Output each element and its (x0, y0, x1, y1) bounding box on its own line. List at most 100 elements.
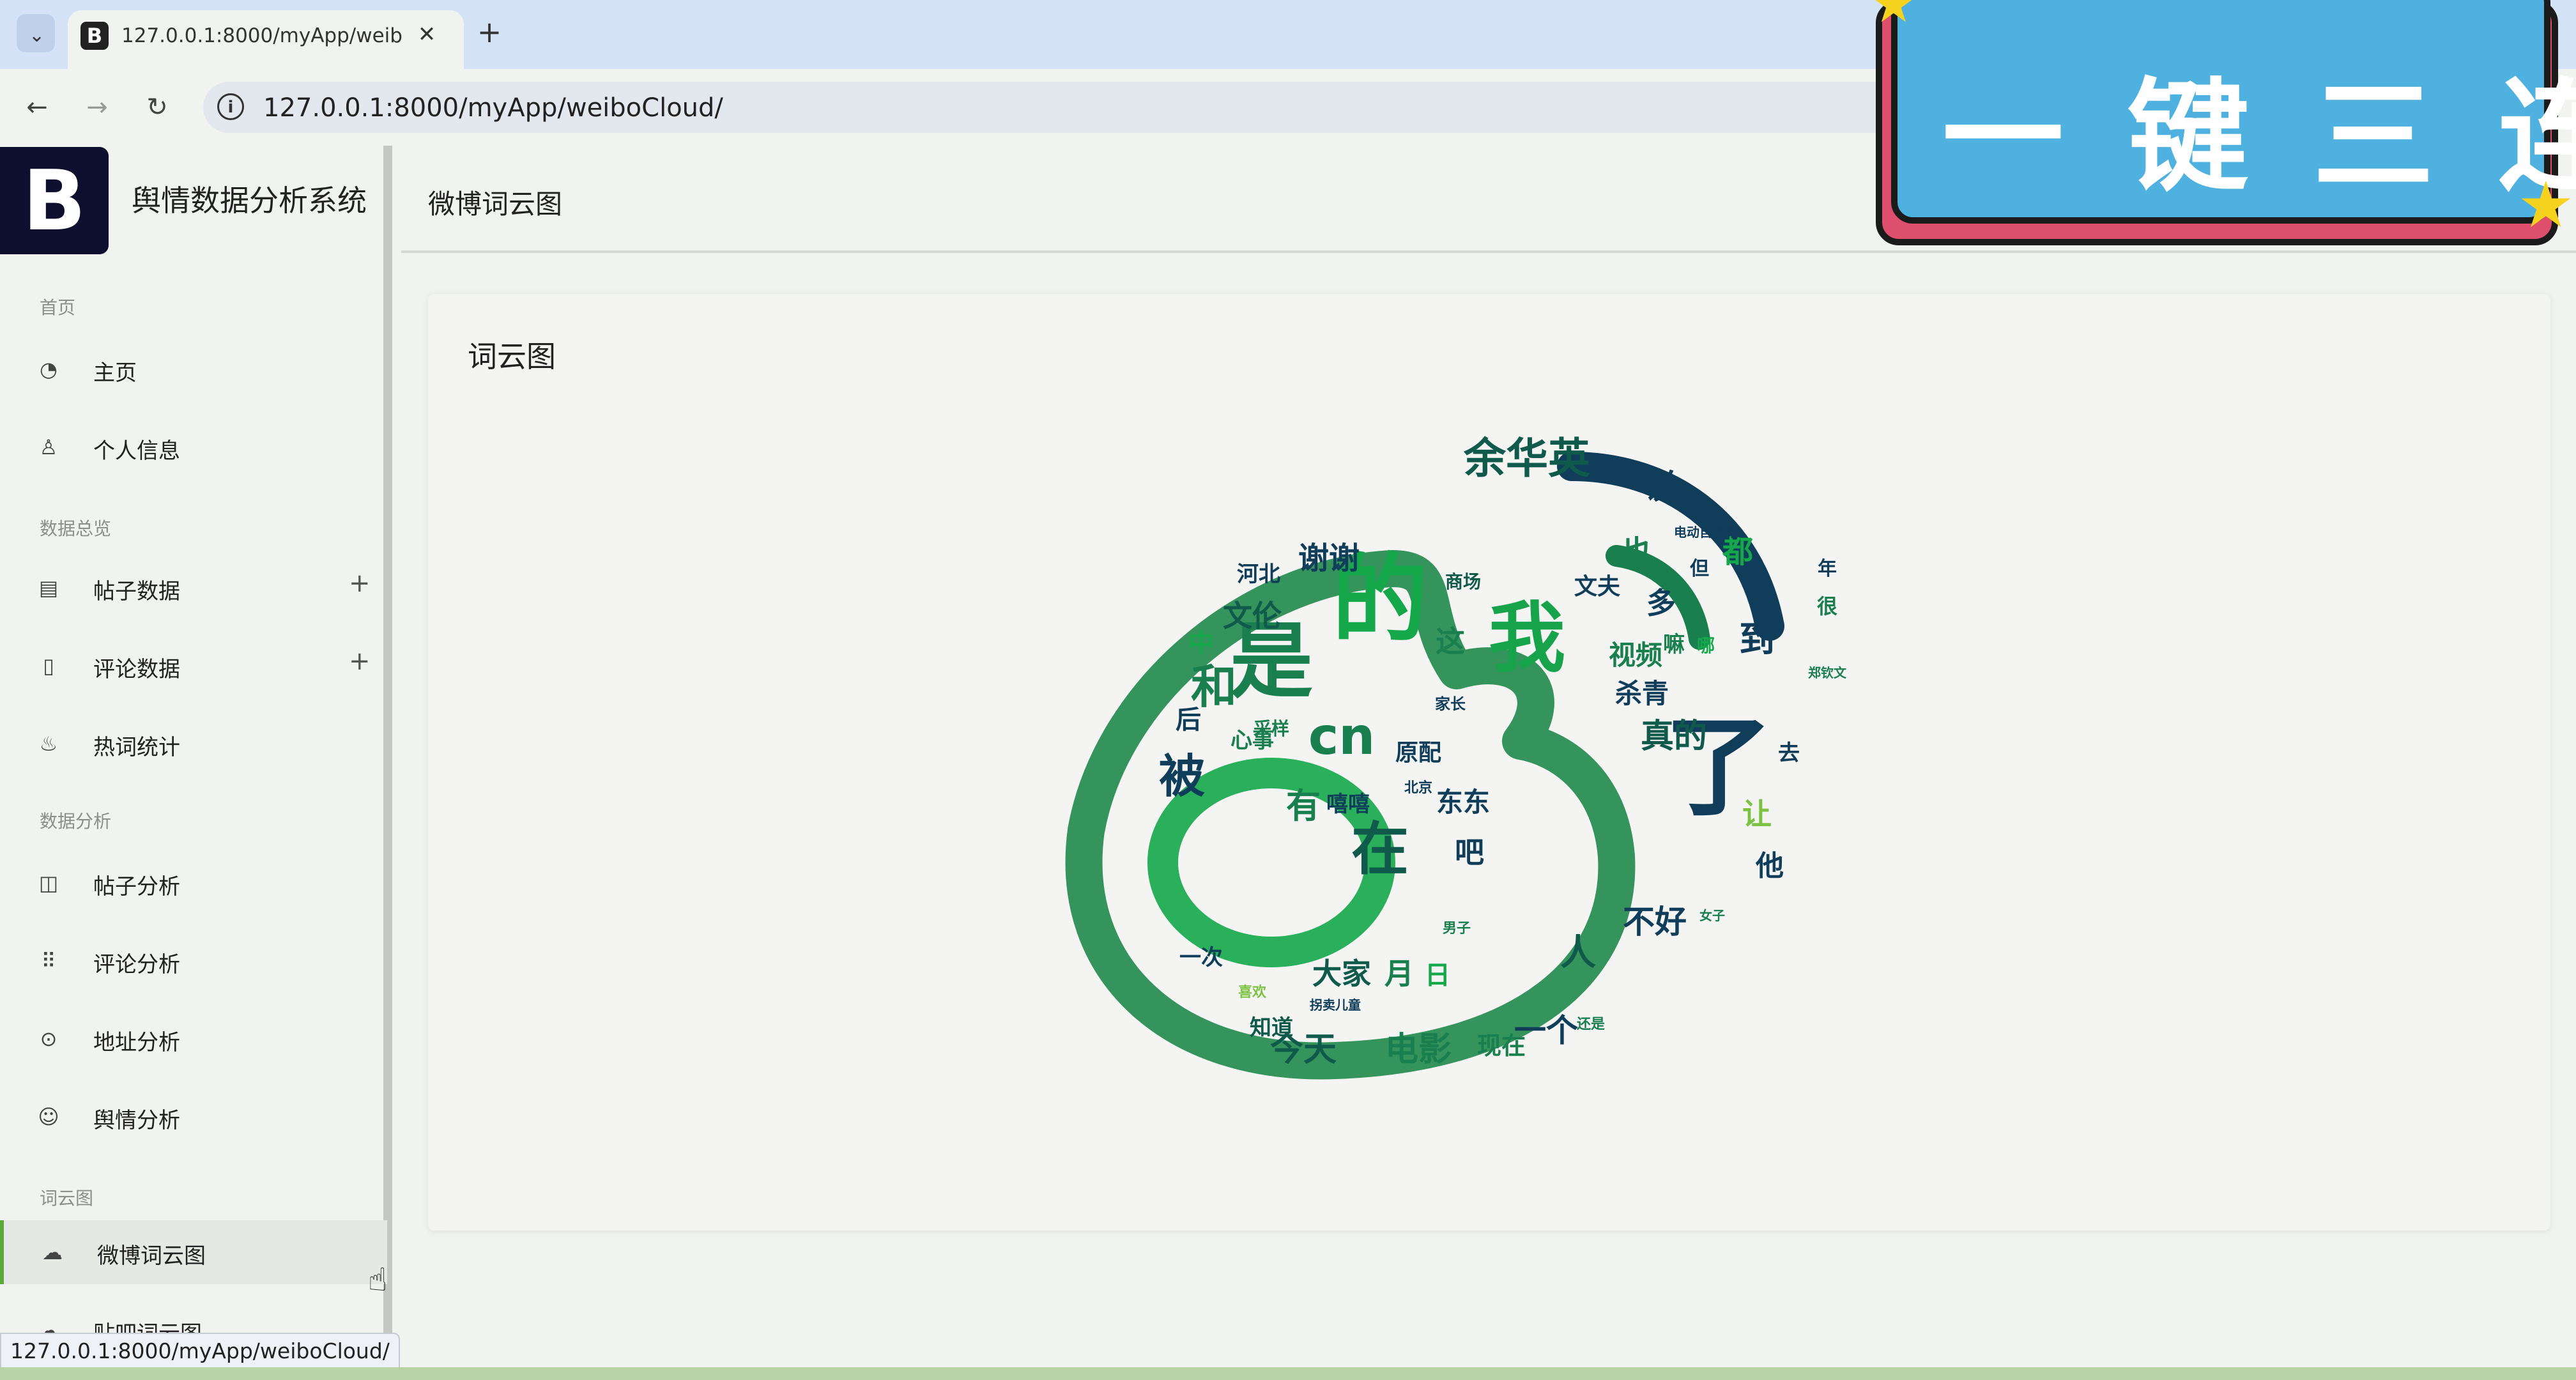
status-bar-url: 127.0.0.1:8000/myApp/weiboCloud/ (0, 1333, 400, 1370)
wordcloud-word: 到 (1739, 619, 1775, 661)
wordcloud-word: 现在 (1477, 1032, 1526, 1060)
wordcloud-word: 不好 (1623, 903, 1687, 940)
sidebar: B 舆情数据分析系统 首页 ◔ 主页 ♙ 个人信息 数据总览 ▤ 帖子数据 + … (0, 146, 392, 1380)
wordcloud-word: 原配 (1395, 740, 1441, 766)
map-pin-icon: ⊙ (40, 1027, 57, 1051)
forward-icon[interactable]: → (78, 88, 116, 126)
wordcloud-word: 男子 (1443, 921, 1471, 937)
wordcloud-word: 日 (1425, 961, 1450, 990)
wordcloud-word: 一次 (1179, 945, 1223, 970)
sidebar-item-home[interactable]: ◔ 主页 (0, 337, 383, 401)
wordcloud-word: 多 (1646, 586, 1676, 620)
wordcloud-card: 词云图 的是我了 cn 在余华英 谢谢 文伦和被今天 电影 大家月日一个人不好 真的 杀青 视频到… (428, 294, 2550, 1230)
wordcloud-word: 河北 (1237, 562, 1280, 587)
favicon-icon: B (80, 22, 109, 50)
expand-icon[interactable]: + (349, 647, 371, 676)
wordcloud-word: cn (1308, 707, 1375, 766)
wordcloud-word: 电影 (1385, 1031, 1452, 1069)
wordcloud-word: 也 (1620, 534, 1651, 570)
nav-section-overview: 数据总览 (40, 518, 112, 539)
sidebar-item-label: 帖子数据 (93, 579, 180, 604)
wordcloud-word: 嘻嘻 (1326, 792, 1370, 817)
tab-search-button[interactable]: ⌄ (17, 14, 55, 52)
taskbar-strip (0, 1367, 2576, 1380)
cloud-icon: ☁ (42, 1240, 63, 1264)
wordcloud-word: 被 (1159, 749, 1205, 803)
wordcloud-word: 东东 (1436, 786, 1490, 818)
sidebar-item-comment-data[interactable]: ▯ 评论数据 + (0, 634, 383, 698)
nav-section-wordcloud: 词云图 (40, 1188, 94, 1209)
wordcloud-word: 商场 (1445, 571, 1481, 592)
wordcloud-word: 家长 (1435, 695, 1466, 713)
sidebar-item-label: 热词统计 (93, 735, 180, 760)
wordcloud-word: 吧 (1455, 835, 1484, 870)
wordcloud-word: 余华英 (1463, 434, 1591, 483)
wordcloud-word: 知道 (1250, 1015, 1293, 1041)
sidebar-item-address-analysis[interactable]: ⊙ 地址分析 (0, 1007, 383, 1071)
wordcloud-word: 北京 (1404, 779, 1432, 796)
wordcloud-image: 的是 我了cn在余华英谢谢文伦和被今天 电影大家月日一个人不好真的杀青视频 到都说也多… (1065, 434, 1847, 1080)
wordcloud-word: 哪 (1697, 635, 1715, 656)
page-title: 微博词云图 (428, 188, 563, 220)
card-title: 词云图 (468, 339, 556, 374)
flame-icon: ♨ (39, 732, 58, 756)
wordcloud-word: 还是 (1576, 1016, 1605, 1032)
wordcloud-word: 电动自行车 (1674, 525, 1738, 540)
nav-section-home: 首页 (40, 297, 76, 318)
chevron-down-icon: ⌄ (29, 24, 45, 47)
wordcloud-word: 月 (1384, 956, 1414, 991)
people-icon: ☺ (38, 1105, 59, 1129)
sidebar-item-comment-analysis[interactable]: ⠿ 评论分析 (0, 929, 383, 993)
sidebar-item-sentiment-analysis[interactable]: ☺ 舆情分析 (0, 1085, 383, 1149)
wordcloud-word: 很 (1817, 594, 1837, 618)
wordcloud-word: 这 (1436, 624, 1465, 659)
sidebar-item-hotwords[interactable]: ♨ 热词统计 (0, 712, 383, 776)
wordcloud-word: 嘛 (1663, 632, 1685, 657)
wordcloud-word: 我 (1489, 594, 1565, 683)
sidebar-item-label: 舆情分析 (93, 1108, 180, 1133)
wordcloud-word: 人 (1560, 932, 1596, 974)
wordcloud-word: 他 (1755, 850, 1784, 882)
site-info-icon[interactable]: i (217, 93, 244, 120)
sidebar-item-label: 帖子分析 (93, 874, 180, 900)
sidebar-item-label: 地址分析 (93, 1030, 180, 1055)
wordcloud-word: 但 (1690, 558, 1709, 580)
back-icon[interactable]: ← (18, 88, 56, 126)
close-tab-icon[interactable]: ✕ (413, 20, 441, 49)
sidebar-item-label: 主页 (93, 360, 137, 386)
sidebar-item-post-analysis[interactable]: ◫ 帖子分析 (0, 851, 383, 915)
brand-logo[interactable]: B (0, 147, 109, 254)
new-tab-button[interactable]: + (470, 13, 509, 51)
book-icon: ▯ (43, 654, 54, 678)
wordcloud-word: 有 (1286, 786, 1321, 826)
wordcloud-word: 拐卖儿童 (1310, 997, 1361, 1013)
wordcloud-word: 视频 (1609, 640, 1662, 671)
sidebar-item-weibo-cloud[interactable]: ☁ 微博词云图 (0, 1220, 387, 1284)
url-text: 127.0.0.1:8000/myApp/weiboCloud/ (263, 93, 723, 123)
sidebar-item-label: 微博词云图 (97, 1243, 206, 1269)
wordcloud-word: 文伦 (1223, 599, 1282, 633)
reload-icon[interactable]: ↻ (138, 88, 176, 126)
sidebar-item-post-data[interactable]: ▤ 帖子数据 + (0, 556, 383, 620)
hand-cursor-icon: ☝ (368, 1261, 388, 1298)
sidebar-item-profile[interactable]: ♙ 个人信息 (0, 415, 383, 479)
wordcloud-word: 杀青 (1615, 678, 1669, 709)
wordcloud-word: 大家 (1312, 956, 1371, 991)
layout-icon: ◫ (38, 871, 59, 895)
wordcloud-word: 在 (1351, 816, 1409, 883)
wordcloud-word: 谢谢 (1298, 540, 1360, 576)
dashboard-icon: ◔ (40, 357, 57, 381)
promo-banner: 一键三连 (1891, 0, 2576, 224)
wordcloud-word: 让 (1742, 797, 1772, 831)
nav-section-analysis: 数据分析 (40, 811, 112, 832)
wordcloud-word: 真的 (1641, 717, 1707, 756)
star-icon: ★ (2517, 167, 2575, 242)
wordcloud-word: 喜欢 (1238, 984, 1267, 1000)
star-icon: ★ (1871, 0, 1917, 34)
sidebar-item-label: 评论数据 (93, 657, 180, 682)
browser-tab-active[interactable]: B 127.0.0.1:8000/myApp/weibo ✕ (68, 10, 464, 69)
wordcloud-word: 文夫 (1574, 574, 1621, 600)
wordcloud-word: 去 (1778, 740, 1800, 766)
expand-icon[interactable]: + (349, 569, 371, 598)
wordcloud-word: 采样 (1254, 718, 1289, 739)
